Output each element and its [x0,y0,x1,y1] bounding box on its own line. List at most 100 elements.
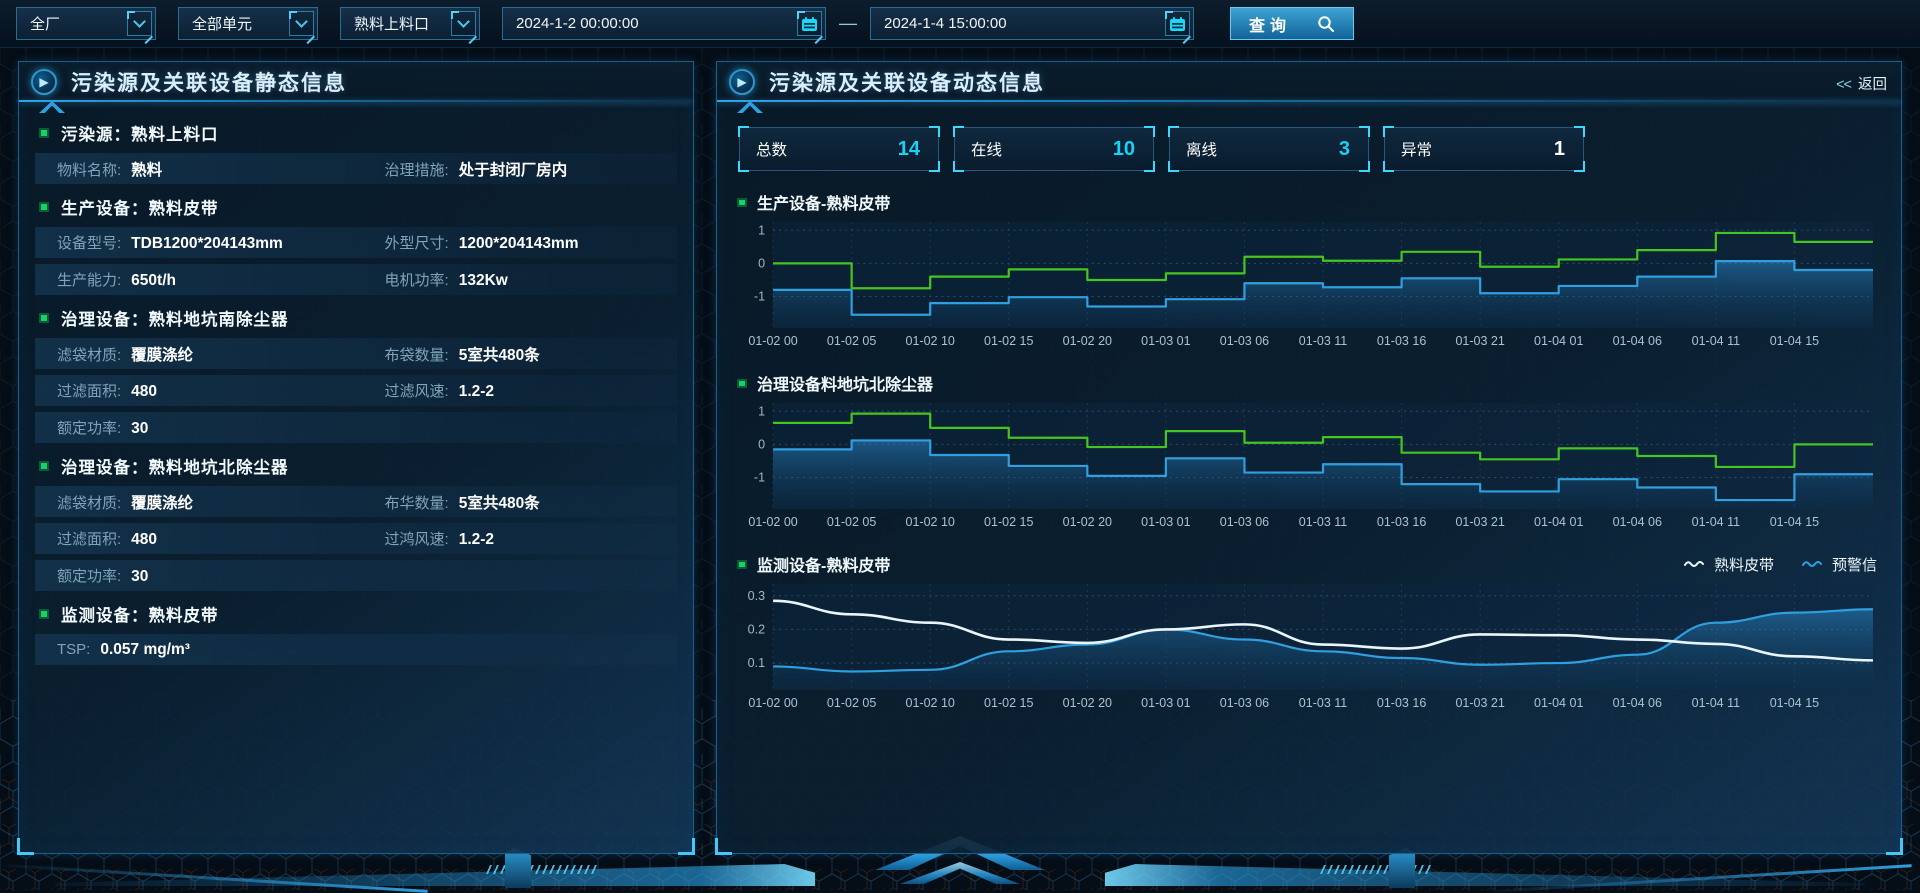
svg-text:01-02 15: 01-02 15 [984,696,1033,710]
info-row: 生产能力:650t/h电机功率:132Kw [35,264,677,295]
device-stats-row: 总数14在线10离线3异常1 [739,127,1879,171]
back-arrows-icon: << [1836,77,1851,93]
chart-legend: 熟料皮带 预警信 [1684,554,1883,575]
info-label: 布华数量: [385,492,449,513]
chevron-down-icon [451,11,476,36]
start-date-input[interactable]: 2024-1-2 00:00:00 [502,7,826,40]
wave-icon [1684,559,1706,569]
unit-select-value: 全部单元 [179,13,289,34]
chevron-down-icon [127,11,152,36]
svg-text:0.3: 0.3 [748,589,765,603]
info-label: 滤袋材质: [57,492,121,513]
stat-box-离线: 离线3 [1169,127,1369,171]
source-select[interactable]: 熟料上料口 [340,7,480,40]
svg-text:01-03 11: 01-03 11 [1299,515,1348,529]
info-value: 1200*204143mm [459,235,579,253]
svg-text:01-02 15: 01-02 15 [984,515,1033,529]
info-row: 额定功率:30 [35,560,677,591]
green-square-icon [39,202,49,212]
info-row: 过滤面积:480过鸿风速:1.2-2 [35,523,677,554]
info-row: 过滤面积:480过滤风速:1.2-2 [35,375,677,406]
info-row: 滤袋材质:覆膜涤纶布袋数量:5室共480条 [35,338,677,369]
info-section-title: 污染源：熟料上料口 [35,120,677,146]
svg-text:01-04 01: 01-04 01 [1534,515,1583,529]
svg-text:01-03 01: 01-03 01 [1141,696,1190,710]
static-info-panel: ▶ 污染源及关联设备静态信息 污染源：熟料上料口物料名称:熟料治理措施:处于封闭… [18,61,694,854]
info-value: 132Kw [459,272,508,290]
info-label: 物料名称: [57,159,121,180]
svg-text:01-04 06: 01-04 06 [1613,696,1662,710]
chart-bullet [737,198,747,207]
production-device-chart[interactable]: 10-101-02 0001-02 0501-02 1001-02 1501-0… [735,216,1883,352]
svg-text:01-04 06: 01-04 06 [1613,515,1662,529]
svg-text:1: 1 [758,223,765,237]
info-value: 0.057 mg/m³ [100,641,190,659]
static-info-list: 污染源：熟料上料口物料名称:熟料治理措施:处于封闭厂房内生产设备：熟料皮带设备型… [19,102,693,665]
chart-bullet [737,379,747,388]
svg-text:0: 0 [758,256,765,270]
main-content: ▶ 污染源及关联设备静态信息 污染源：熟料上料口物料名称:熟料治理措施:处于封闭… [0,61,1920,854]
info-label: 过滤面积: [57,528,121,549]
stat-box-在线: 在线10 [954,127,1154,171]
treatment-device-chart[interactable]: 10-101-02 0001-02 0501-02 1001-02 1501-0… [735,397,1883,533]
end-date-input[interactable]: 2024-1-4 15:00:00 [870,7,1194,40]
svg-text:01-02 20: 01-02 20 [1063,334,1112,348]
svg-text:01-02 00: 01-02 00 [748,334,797,348]
chart-title: 生产设备-熟料皮带 [757,190,890,214]
svg-text:01-02 20: 01-02 20 [1063,515,1112,529]
info-row: 滤袋材质: 覆膜涤纶 布华数量: 5室共480条 [35,486,677,517]
play-icon: ▶ [729,69,755,95]
svg-text:01-03 06: 01-03 06 [1220,334,1269,348]
back-button-label: 返回 [1858,77,1887,93]
calendar-icon[interactable] [1165,11,1190,36]
svg-text:01-02 05: 01-02 05 [827,334,876,348]
info-section-title: 生产设备：熟料皮带 [35,194,677,220]
chart-legend-item[interactable]: 预警信 [1802,554,1877,575]
svg-text:01-02 05: 01-02 05 [827,696,876,710]
unit-select[interactable]: 全部单元 [178,7,318,40]
info-label: 治理措施: [385,159,449,180]
dynamic-panel-title: 污染源及关联设备动态信息 [769,67,1045,97]
info-label: 额定功率: [57,417,121,438]
svg-text:01-03 01: 01-03 01 [1141,334,1190,348]
chart-bullet [737,560,747,569]
stat-box-异常: 异常1 [1384,127,1584,171]
svg-text:01-03 21: 01-03 21 [1455,696,1504,710]
info-value: 480 [131,383,157,401]
info-value: 熟料 [131,158,162,180]
svg-text:01-02 10: 01-02 10 [905,696,954,710]
plant-select-value: 全厂 [17,13,127,34]
dynamic-info-panel: ▶ 污染源及关联设备动态信息 <<返回 总数14在线10离线3异常1 生产设备-… [716,61,1902,854]
static-panel-header: ▶ 污染源及关联设备静态信息 [19,62,693,102]
chart-legend-item[interactable]: 熟料皮带 [1684,554,1774,575]
svg-text:01-02 00: 01-02 00 [748,515,797,529]
info-value: 480 [131,531,157,549]
svg-text:01-02 10: 01-02 10 [905,334,954,348]
chart-block-production: 生产设备-熟料皮带 10-101-02 0001-02 0501-02 1001… [735,190,1883,352]
svg-text:01-03 21: 01-03 21 [1455,515,1504,529]
monitor-device-chart[interactable]: 0.30.20.101-02 0001-02 0501-02 1001-02 1… [735,578,1883,714]
svg-text:1: 1 [758,404,765,418]
svg-text:01-02 05: 01-02 05 [827,515,876,529]
svg-text:0.1: 0.1 [748,656,765,670]
play-icon: ▶ [31,69,57,95]
source-select-value: 熟料上料口 [341,13,451,34]
info-value: 1.2-2 [459,531,494,549]
info-section-title: 监测设备：熟料皮带 [35,601,677,627]
info-label: 过滤风速: [385,380,449,401]
svg-text:01-03 21: 01-03 21 [1455,334,1504,348]
svg-text:01-03 01: 01-03 01 [1141,515,1190,529]
query-button[interactable]: 查询 [1230,7,1354,40]
info-row: TSP: 0.057 mg/m³ [35,634,677,665]
calendar-icon[interactable] [797,11,822,36]
svg-text:01-03 16: 01-03 16 [1377,334,1426,348]
info-value: 覆膜涤纶 [131,491,193,513]
svg-text:0: 0 [758,437,765,451]
info-label: TSP: [57,641,90,658]
info-value: 5室共480条 [459,491,540,513]
info-section-title: 治理设备：熟料地坑南除尘器 [35,305,677,331]
back-button[interactable]: << 返回 [1836,73,1887,94]
plant-select[interactable]: 全厂 [16,7,156,40]
search-icon [1317,15,1335,33]
svg-text:01-03 16: 01-03 16 [1377,696,1426,710]
